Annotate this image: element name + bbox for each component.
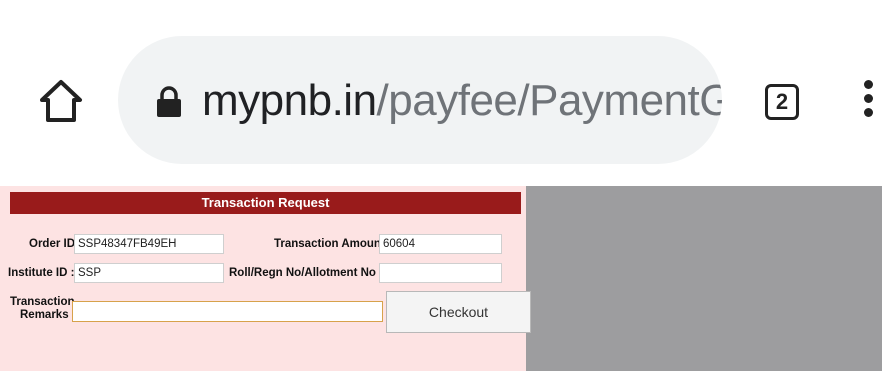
url-text[interactable]: mypnb.in/payfee/PaymentGate bbox=[202, 76, 722, 126]
more-vert-icon[interactable] bbox=[858, 80, 882, 126]
checkout-button[interactable]: Checkout bbox=[386, 291, 531, 333]
url-path: /payfee/PaymentGate bbox=[376, 76, 722, 125]
transaction-request-form: Transaction Request Order ID : SSP48347F… bbox=[0, 186, 531, 371]
transaction-remarks-input[interactable] bbox=[72, 301, 383, 322]
page-content: Transaction Request Order ID : SSP48347F… bbox=[0, 186, 882, 371]
remarks-label-line2: Remarks : bbox=[20, 309, 76, 321]
url-host: mypnb.in bbox=[202, 76, 377, 125]
form-title: Transaction Request bbox=[10, 192, 521, 214]
transaction-amount-field[interactable]: 60604 bbox=[379, 234, 502, 254]
order-id-field[interactable]: SSP48347FB49EH bbox=[74, 234, 224, 254]
transaction-amount-label: Transaction Amount : bbox=[274, 238, 392, 250]
institute-id-field[interactable]: SSP bbox=[74, 263, 224, 283]
remarks-label-line1: Transaction bbox=[10, 296, 75, 308]
roll-regn-label: Roll/Regn No/Allotment No : bbox=[229, 267, 383, 279]
browser-toolbar: mypnb.in/payfee/PaymentGate 2 bbox=[0, 0, 882, 186]
address-bar[interactable]: mypnb.in/payfee/PaymentGate bbox=[118, 36, 722, 164]
lock-icon[interactable] bbox=[156, 86, 182, 118]
institute-id-label: Institute ID : bbox=[8, 267, 75, 279]
roll-regn-field[interactable] bbox=[379, 263, 502, 283]
tab-switcher-button[interactable]: 2 bbox=[765, 84, 799, 120]
home-icon[interactable] bbox=[38, 78, 84, 124]
